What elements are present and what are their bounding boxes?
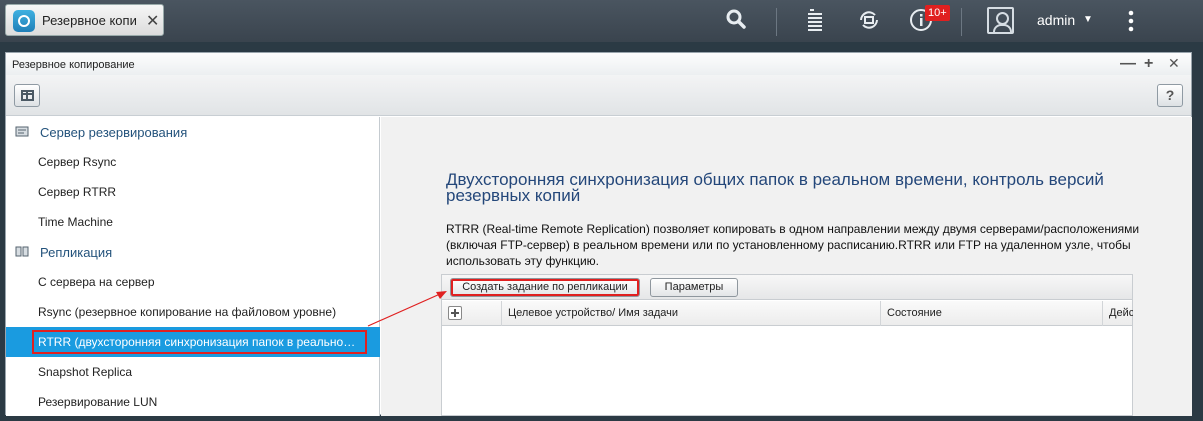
backup-app-icon	[13, 10, 35, 32]
sidebar-item-rtrr-server[interactable]: Сервер RTRR	[6, 177, 380, 207]
sidebar-item-lun-backup[interactable]: Резервирование LUN	[6, 387, 380, 417]
panel-toolbar: Создать задание по репликации Параметры	[442, 275, 1132, 300]
chevron-down-icon[interactable]: ▼	[1083, 14, 1093, 25]
app-tab-title: Резервное копи	[42, 13, 137, 28]
sidebar-item-label: Резервирование LUN	[38, 395, 158, 409]
sidebar-group-label: Репликация	[40, 245, 113, 260]
divider	[961, 8, 962, 36]
background-tasks-icon[interactable]	[802, 8, 828, 38]
layout-icon	[21, 90, 34, 101]
sidebar-item-label: Time Machine	[38, 215, 113, 229]
sidebar-item-rtrr[interactable]: RTRR (двухсторонняя синхронизация папок …	[6, 327, 380, 357]
column-target-device[interactable]: Целевое устройство/ Имя задачи	[502, 301, 881, 326]
top-bar: Резервное копи ✕ 10+ admin ▼	[0, 0, 1203, 42]
app-tab[interactable]: Резервное копи ✕	[5, 4, 164, 36]
maximize-icon[interactable]: +	[1144, 55, 1153, 73]
close-icon[interactable]: ✕	[146, 11, 159, 31]
main-content: Двухсторонняя синхронизация общих папок …	[381, 117, 1192, 416]
column-actions[interactable]: Дейс	[1103, 301, 1133, 326]
window-title: Резервное копирование	[12, 59, 135, 71]
divider	[776, 8, 777, 36]
sidebar-item-rsync-backup[interactable]: Rsync (резервное копирование на файловом…	[6, 297, 380, 327]
help-button[interactable]: ?	[1157, 84, 1183, 107]
window-toolbar: ?	[6, 75, 1191, 116]
notification-badge: 10+	[925, 5, 950, 21]
sidebar-item-label: С сервера на сервер	[38, 275, 155, 289]
user-icon[interactable]	[987, 7, 1014, 34]
layout-toggle-button[interactable]	[14, 84, 40, 107]
external-device-icon[interactable]	[856, 8, 882, 38]
replication-jobs-panel: Создать задание по репликации Параметры …	[441, 274, 1133, 416]
window-close-icon[interactable]: ✕	[1168, 55, 1180, 72]
sidebar-group-backup-server[interactable]: Сервер резервирования	[6, 117, 379, 147]
sidebar-item-time-machine[interactable]: Time Machine	[6, 207, 380, 237]
sidebar: Сервер резервирования Сервер Rsync Серве…	[6, 117, 380, 416]
page-title: Двухсторонняя синхронизация общих папок …	[446, 170, 1104, 205]
sidebar-item-label: Rsync (резервное копирование на файловом…	[38, 305, 337, 319]
backup-window: Резервное копирование — + ✕ ? Сервер рез…	[5, 52, 1192, 416]
sidebar-item-server-to-server[interactable]: С сервера на сервер	[6, 267, 380, 297]
sidebar-group-replication[interactable]: Репликация	[6, 237, 379, 267]
server-icon	[15, 126, 29, 137]
table-header: Целевое устройство/ Имя задачи Состояние…	[442, 301, 1133, 326]
expand-all-icon[interactable]	[448, 306, 462, 320]
minimize-icon[interactable]: —	[1120, 55, 1136, 73]
sidebar-group-label: Сервер резервирования	[40, 125, 188, 140]
page-description: RTRR (Real-time Remote Replication) позв…	[446, 222, 1140, 268]
settings-button[interactable]: Параметры	[650, 278, 738, 297]
sidebar-item-label: Snapshot Replica	[38, 365, 133, 379]
create-replication-job-button[interactable]: Создать задание по репликации	[450, 278, 640, 297]
column-expand[interactable]	[442, 301, 502, 326]
search-icon[interactable]	[723, 8, 749, 35]
sidebar-item-snapshot-replica[interactable]: Snapshot Replica	[6, 357, 380, 387]
window-titlebar: Резервное копирование — + ✕	[6, 53, 1191, 75]
sidebar-item-label: Сервер Rsync	[38, 155, 117, 169]
sidebar-item-rsync-server[interactable]: Сервер Rsync	[6, 147, 380, 177]
sidebar-item-label: RTRR (двухсторонняя синхронизация папок …	[38, 335, 356, 349]
sidebar-item-label: Сервер RTRR	[38, 185, 117, 199]
username-label[interactable]: admin	[1037, 12, 1075, 28]
replication-icon	[15, 246, 29, 257]
more-options-icon[interactable]	[1126, 10, 1136, 32]
column-status[interactable]: Состояние	[881, 301, 1103, 326]
